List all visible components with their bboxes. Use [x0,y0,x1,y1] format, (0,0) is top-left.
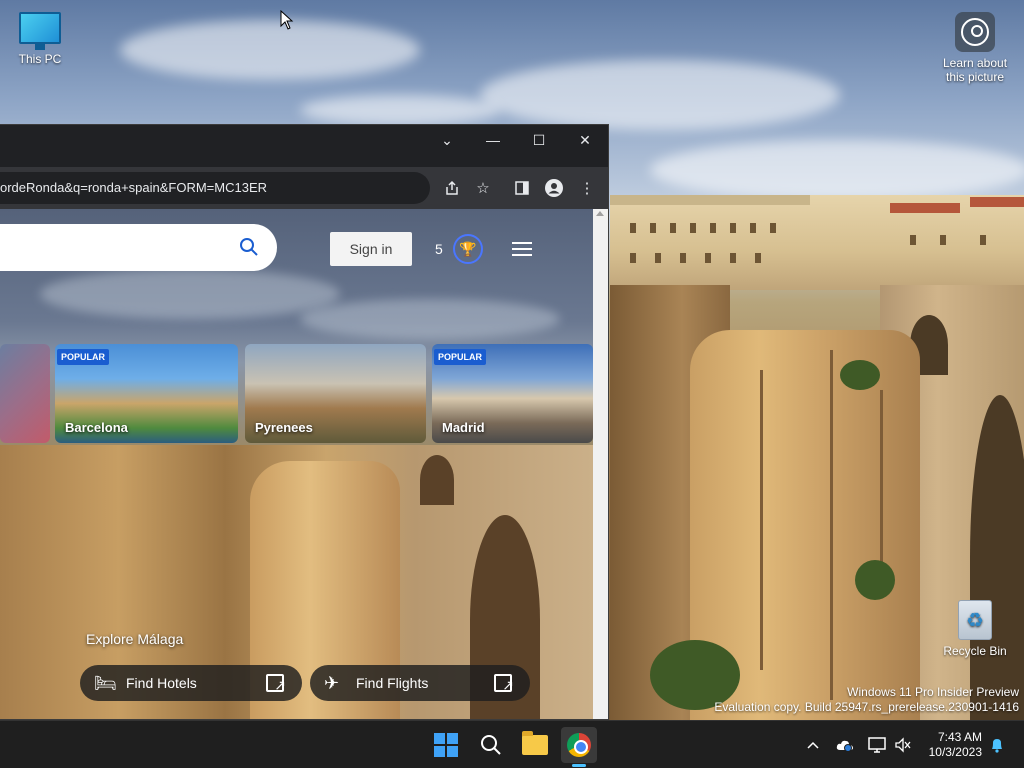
learn-about-picture-label: Learn about this picture [942,56,1008,84]
this-pc-label: This PC [18,52,62,66]
maximize-icon: ☐ [532,131,546,148]
sign-in-button[interactable]: Sign in [330,232,412,266]
file-explorer-button[interactable] [517,727,553,763]
rewards-medal-icon[interactable]: 🏆 [453,234,483,264]
destination-cards: POPULAR Barcelona Pyrenees POPULAR Madri… [0,344,593,444]
destination-card-label: Barcelona [65,420,128,435]
cloud [650,140,1024,200]
recycle-bin-shortcut[interactable]: ♻ Recycle Bin [942,600,1008,658]
cloud [480,60,840,130]
destination-card-madrid[interactable]: POPULAR Madrid [432,344,593,443]
bell-icon[interactable] [986,721,1008,768]
bush [840,360,880,390]
browser-titlebar[interactable]: ⌄ — ☐ ✕ [0,125,608,167]
side-panel-icon[interactable] [510,176,534,200]
find-flights-button[interactable]: ✈ Find Flights [310,665,530,703]
browser-window: ⌄ — ☐ ✕ ordeRonda&q=ronda+spain&FORM=MC1… [0,124,609,720]
recycle-bin-icon: ♻ [958,600,992,640]
chrome-icon [567,733,591,757]
bush [855,560,895,600]
find-flights-label: Find Flights [356,675,429,691]
clock-time: 7:43 AM [937,730,982,744]
chrome-taskbar-button[interactable] [561,727,597,763]
destination-card-label: Madrid [442,420,485,435]
popular-badge: POPULAR [434,349,487,365]
destination-card-barcelona[interactable]: POPULAR Barcelona [55,344,238,443]
page-scrollbar[interactable] [593,209,608,719]
onedrive-icon[interactable] [834,721,856,768]
watermark-line-1: Windows 11 Pro Insider Preview [847,685,1019,699]
external-link-icon [494,667,514,703]
hamburger-menu-icon[interactable] [512,242,532,256]
explore-title: Explore Málaga [86,631,184,647]
watermark-line-2: Evaluation copy. Build 25947.rs_prerelea… [714,700,1019,714]
browser-toolbar: ordeRonda&q=ronda+spain&FORM=MC13ER ☆ ⋮ [0,167,608,209]
share-icon[interactable] [440,176,464,200]
clock-date: 10/3/2023 [928,745,982,759]
file-explorer-icon [522,731,548,755]
close-icon: ✕ [579,131,591,148]
taskbar-clock[interactable]: 7:43 AM 10/3/2023 [920,730,982,760]
start-button[interactable] [428,727,464,763]
more-menu-icon[interactable]: ⋮ [575,176,599,200]
cloud [120,20,420,80]
address-bar[interactable]: ordeRonda&q=ronda+spain&FORM=MC13ER [0,172,430,204]
close-button[interactable]: ✕ [562,125,608,155]
town-buildings [610,195,1024,290]
address-text: ordeRonda&q=ronda+spain&FORM=MC13ER [0,180,268,195]
maximize-button[interactable]: ☐ [516,125,562,155]
taskbar: 7:43 AM 10/3/2023 [0,720,1024,768]
bookmark-star-icon[interactable]: ☆ [471,176,495,200]
cloud [300,95,500,125]
chevron-down-icon: ⌄ [441,131,453,148]
chevron-up-icon[interactable] [802,721,824,768]
external-link-icon [266,667,286,703]
plane-icon: ✈ [324,673,340,693]
volume-muted-icon[interactable] [892,721,914,768]
monitor-icon [19,12,61,50]
popular-badge: POPULAR [57,349,110,365]
start-icon [434,733,458,757]
taskbar-search-button[interactable] [473,727,509,763]
camera-icon [955,12,995,52]
bing-travel-page: Sign in 5 🏆 POPULAR Barcelona Pyrenees P… [0,209,593,719]
windows-watermark: Windows 11 Pro Insider Preview Evaluatio… [714,685,1019,715]
find-hotels-label: Find Hotels [126,675,197,691]
search-icon [481,735,501,755]
minimize-icon: — [486,132,500,148]
tab-search-button[interactable]: ⌄ [424,125,470,155]
bed-icon: 🛏 [94,673,117,693]
minimize-button[interactable]: — [470,125,516,155]
search-input[interactable] [0,224,277,271]
destination-card-label: Pyrenees [255,420,313,435]
find-hotels-button[interactable]: 🛏 Find Hotels [80,665,302,703]
active-app-indicator [572,764,586,767]
mouse-cursor-icon [280,10,294,30]
learn-about-picture-shortcut[interactable]: Learn about this picture [938,12,1012,84]
rewards-points: 5 [435,241,443,257]
search-icon[interactable] [239,237,259,257]
destination-card-pyrenees[interactable]: Pyrenees [245,344,426,443]
profile-icon[interactable] [542,176,566,200]
destination-card[interactable] [0,344,50,443]
scroll-up-arrow-icon[interactable] [596,211,604,216]
this-pc-shortcut[interactable]: This PC [12,12,68,66]
recycle-bin-label: Recycle Bin [943,644,1007,658]
network-icon[interactable] [866,721,888,768]
